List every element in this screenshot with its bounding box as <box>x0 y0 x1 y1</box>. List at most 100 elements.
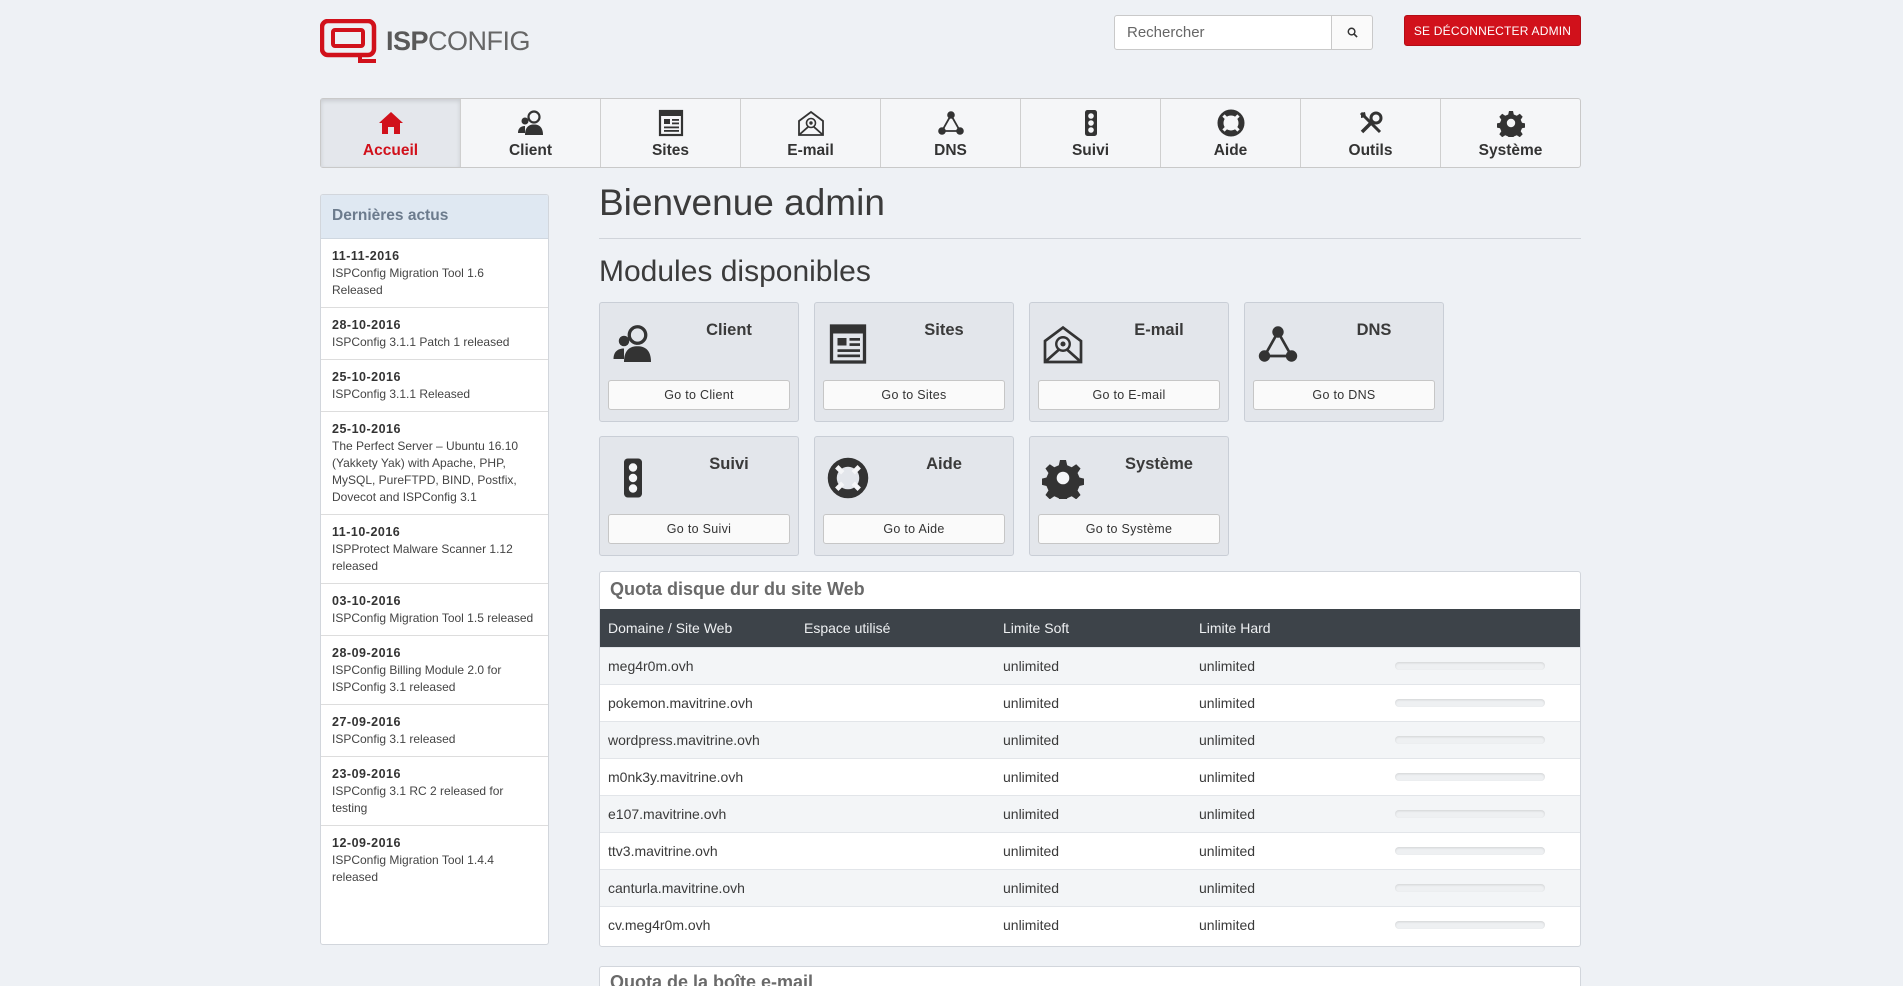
module-title: Suivi <box>709 455 749 473</box>
news-title[interactable]: ISPConfig Migration Tool 1.4.4 released <box>332 852 537 886</box>
column-header[interactable]: Espace utilisé <box>796 609 995 647</box>
module-title: E-mail <box>1134 321 1184 339</box>
logo-mark-icon <box>320 19 377 63</box>
module-card-suivi: Suivi Go to Suivi <box>599 436 799 556</box>
news-item[interactable]: 27-09-2016 ISPConfig 3.1 released <box>321 705 548 757</box>
table-row: e107.mavitrine.ovh unlimited unlimited <box>600 794 1580 832</box>
search-icon <box>1347 27 1358 38</box>
used-cell <box>796 794 995 832</box>
nav-tab-client[interactable]: Client <box>461 99 601 167</box>
go-to-client-button[interactable]: Go to Client <box>608 380 790 410</box>
news-item[interactable]: 03-10-2016 ISPConfig Migration Tool 1.5 r… <box>321 584 548 636</box>
panel-title: Quota de la boîte e-mail <box>610 972 814 986</box>
news-date: 03-10-2016 <box>332 594 401 608</box>
soft-limit-cell: unlimited <box>995 646 1191 684</box>
go-to-dns-button[interactable]: Go to DNS <box>1253 380 1435 410</box>
nav-tab-aide[interactable]: Aide <box>1161 99 1301 167</box>
usage-progress-bar <box>1395 846 1545 855</box>
news-title[interactable]: ISPConfig Migration Tool 1.6 Released <box>332 265 537 299</box>
used-cell <box>796 757 995 795</box>
go-to-sites-button[interactable]: Go to Sites <box>823 380 1005 410</box>
news-item[interactable]: 28-09-2016 ISPConfig Billing Module 2.0 f… <box>321 636 548 705</box>
table-row: wordpress.mavitrine.ovh unlimited unlimite… <box>600 720 1580 758</box>
nav-label: DNS <box>934 142 967 159</box>
nav-tab-email[interactable]: E-mail <box>741 99 881 167</box>
news-item[interactable]: 11-10-2016 ISPProtect Malware Scanner 1.1… <box>321 515 548 584</box>
nav-tab-sites[interactable]: Sites <box>601 99 741 167</box>
used-cell <box>796 683 995 721</box>
go-to-suivi-button[interactable]: Go to Suivi <box>608 514 790 544</box>
go-to-aide-button[interactable]: Go to Aide <box>823 514 1005 544</box>
news-title[interactable]: ISPConfig 3.1.1 Released <box>332 386 537 403</box>
nav-tab-accueil[interactable]: Accueil <box>321 99 461 167</box>
logout-button[interactable]: SE DÉCONNECTER ADMIN <box>1404 15 1581 46</box>
usage-cell <box>1387 683 1580 721</box>
help-icon <box>1217 109 1245 137</box>
news-item[interactable]: 28-10-2016 ISPConfig 3.1.1 Patch 1 releas… <box>321 308 548 360</box>
go-to-systeme-button[interactable]: Go to Système <box>1038 514 1220 544</box>
column-header[interactable]: Domaine / Site Web <box>600 609 796 647</box>
module-title: Sites <box>924 321 964 339</box>
news-title[interactable]: ISPConfig 3.1 released <box>332 731 537 748</box>
help-icon <box>827 457 869 499</box>
sites-icon <box>827 323 869 365</box>
news-title[interactable]: ISPConfig 3.1.1 Patch 1 released <box>332 334 537 351</box>
news-title[interactable]: ISPConfig Billing Module 2.0 for ISPConf… <box>332 662 537 696</box>
news-sidebar: Dernières actus 11-11-2016 ISPConfig Migr… <box>320 194 549 945</box>
table-row: m0nk3y.mavitrine.ovh unlimited unlimited <box>600 757 1580 795</box>
module-title: Système <box>1125 455 1193 473</box>
news-date: 23-09-2016 <box>332 767 401 781</box>
table-row: meg4r0m.ovh unlimited unlimited <box>600 646 1580 684</box>
module-card-aide: Aide Go to Aide <box>814 436 1014 556</box>
news-date: 11-11-2016 <box>332 249 400 263</box>
hard-limit-cell: unlimited <box>1191 868 1387 906</box>
news-title[interactable]: ISPProtect Malware Scanner 1.12 released <box>332 541 537 575</box>
search-input[interactable] <box>1114 15 1332 50</box>
usage-progress-bar <box>1395 661 1545 670</box>
news-date: 25-10-2016 <box>332 370 401 384</box>
usage-cell <box>1387 831 1580 869</box>
news-item[interactable]: 25-10-2016 ISPConfig 3.1.1 Released <box>321 360 548 412</box>
news-item[interactable]: 12-09-2016 ISPConfig Migration Tool 1.4.4… <box>321 826 548 894</box>
news-item[interactable]: 11-11-2016 ISPConfig Migration Tool 1.6 R… <box>321 239 548 308</box>
news-item[interactable]: 25-10-2016 The Perfect Server – Ubuntu 16… <box>321 412 548 515</box>
news-title[interactable]: ISPConfig 3.1 RC 2 released for testing <box>332 783 537 817</box>
soft-limit-cell: unlimited <box>995 720 1191 758</box>
search-box <box>1114 15 1373 50</box>
nav-tab-dns[interactable]: DNS <box>881 99 1021 167</box>
table-header-row: Domaine / Site Web Espace utilisé Limite… <box>600 609 1580 647</box>
nav-label: Client <box>508 142 553 159</box>
ispconfig-logo[interactable]: ISPCONFIG <box>320 19 531 63</box>
used-cell <box>796 905 995 943</box>
news-title[interactable]: The Perfect Server – Ubuntu 16.10 (Yakke… <box>332 438 537 506</box>
hard-limit-cell: unlimited <box>1191 831 1387 869</box>
nav-tab-systeme[interactable]: Système <box>1441 99 1580 167</box>
usage-progress-bar <box>1395 920 1545 929</box>
search-button[interactable] <box>1332 15 1373 50</box>
usage-cell <box>1387 868 1580 906</box>
hard-limit-cell: unlimited <box>1191 794 1387 832</box>
domain-cell: m0nk3y.mavitrine.ovh <box>600 757 796 795</box>
usage-cell <box>1387 905 1580 943</box>
news-date: 28-09-2016 <box>332 646 401 660</box>
table-row: cv.meg4r0m.ovh unlimited unlimited <box>600 905 1580 943</box>
soft-limit-cell: unlimited <box>995 757 1191 795</box>
email-icon <box>797 109 825 137</box>
tools-icon <box>1357 109 1385 137</box>
module-title: Client <box>706 321 752 339</box>
table-row: pokemon.mavitrine.ovh unlimited unlimited <box>600 683 1580 721</box>
go-to-email-button[interactable]: Go to E-mail <box>1038 380 1220 410</box>
usage-cell <box>1387 794 1580 832</box>
module-card-systeme: Système Go to Système <box>1029 436 1229 556</box>
news-date: 11-10-2016 <box>332 525 401 539</box>
soft-limit-cell: unlimited <box>995 683 1191 721</box>
news-item[interactable]: 23-09-2016 ISPConfig 3.1 RC 2 released fo… <box>321 757 548 826</box>
nav-tab-suivi[interactable]: Suivi <box>1021 99 1161 167</box>
nav-label: Suivi <box>1071 142 1110 159</box>
column-header[interactable]: Limite Hard <box>1191 609 1387 647</box>
used-cell <box>796 868 995 906</box>
nav-tab-outils[interactable]: Outils <box>1301 99 1441 167</box>
news-title[interactable]: ISPConfig Migration Tool 1.5 released <box>332 610 537 627</box>
sites-icon <box>657 109 685 137</box>
column-header[interactable]: Limite Soft <box>995 609 1191 647</box>
